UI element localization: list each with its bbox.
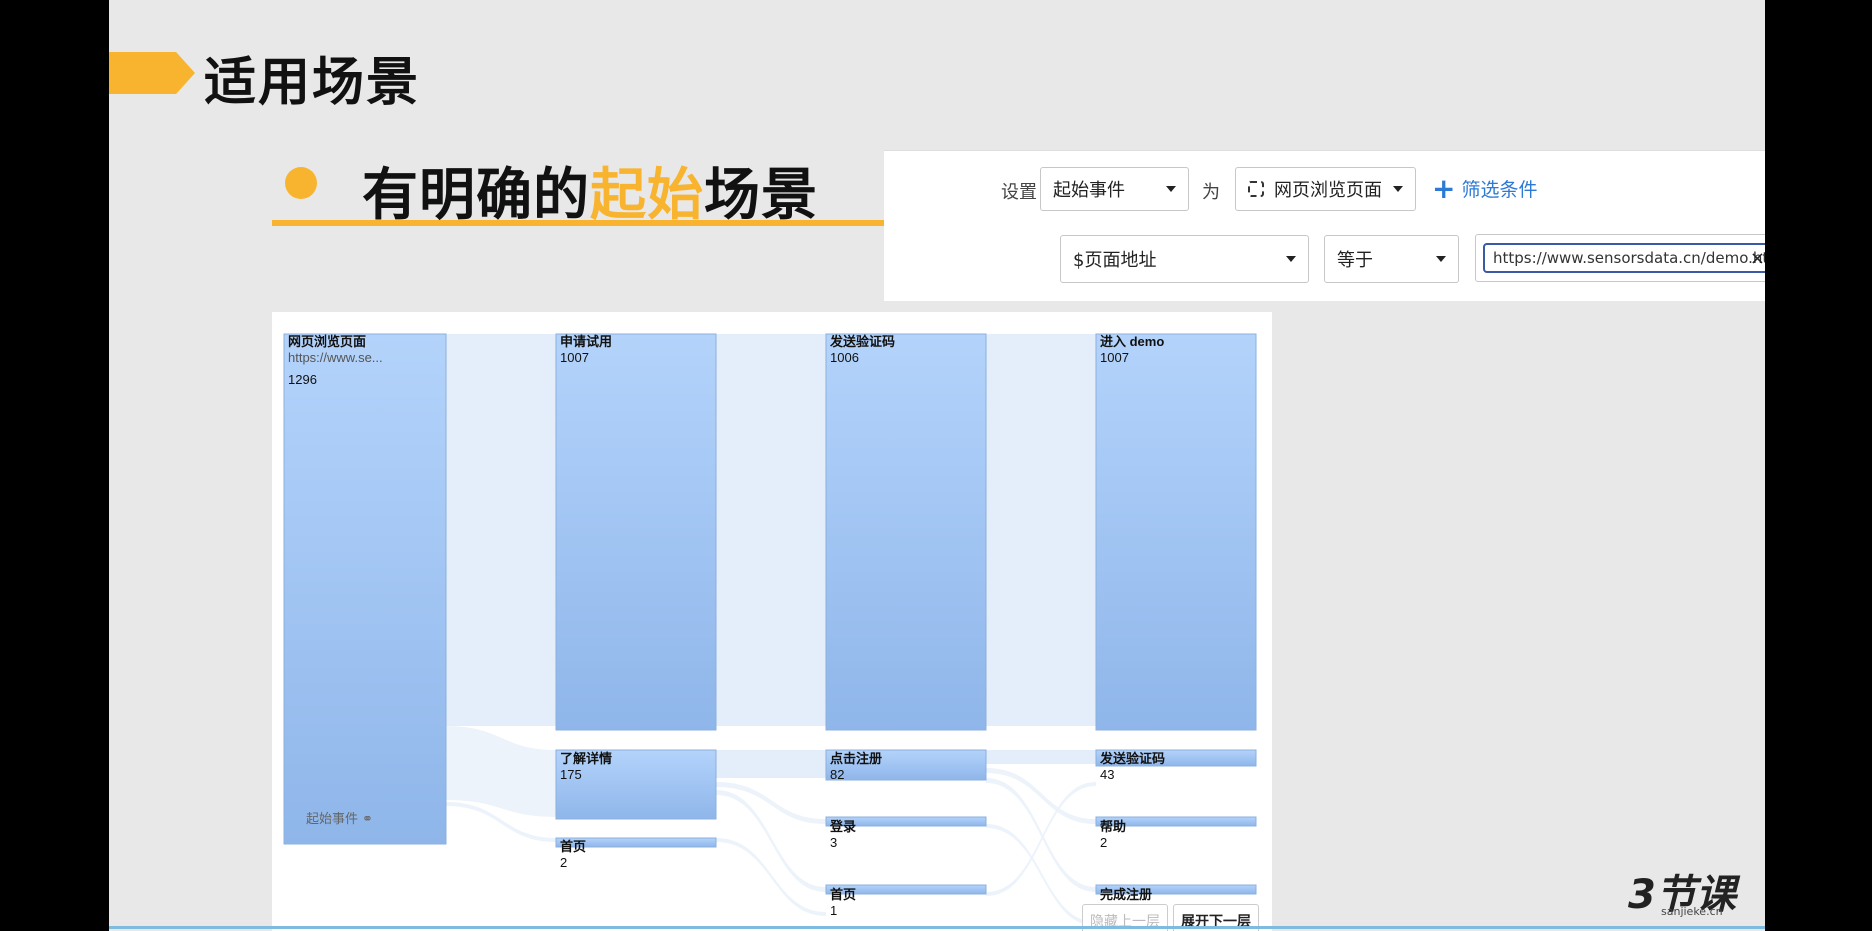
flow-node-label[interactable]: 首页 2 xyxy=(560,839,586,871)
add-filter-button[interactable]: + 筛选条件 xyxy=(1432,171,1538,205)
bullet-prefix: 有明确的 xyxy=(362,163,590,228)
plus-icon: + xyxy=(1432,171,1456,205)
slide-title: 适用场景 xyxy=(204,53,421,113)
flow-node-label[interactable]: 首页 1 xyxy=(830,887,856,919)
value-tag-text: https://www.sensorsdata.cn/demo.html xyxy=(1493,249,1765,267)
flow-link xyxy=(446,334,556,726)
link-icon: ⚭ xyxy=(362,812,374,827)
close-icon[interactable]: × xyxy=(1750,248,1765,269)
add-filter-label: 筛选条件 xyxy=(1461,179,1538,201)
flow-link xyxy=(986,750,1096,764)
flow-node-label[interactable]: 申请试用 1007 xyxy=(560,334,612,366)
flow-link xyxy=(716,750,826,778)
property-select[interactable]: $页面地址 xyxy=(1060,235,1309,283)
chevron-down-icon xyxy=(1286,256,1296,262)
flow-node-label[interactable]: 网页浏览页面 https://www.se... 1296 xyxy=(288,334,383,388)
event-name-select[interactable]: 网页浏览页面 xyxy=(1235,167,1416,211)
value-input[interactable]: https://www.sensorsdata.cn/demo.html × xyxy=(1475,234,1765,282)
flow-node-label[interactable]: 登录 3 xyxy=(830,819,856,851)
chevron-down-icon xyxy=(1436,256,1446,262)
bullet-dot xyxy=(285,167,317,199)
flow-node-label[interactable]: 发送验证码 1006 xyxy=(830,334,895,366)
start-event-label: 起始事件 ⚭ xyxy=(306,812,374,827)
chevron-down-icon xyxy=(1166,186,1176,192)
user-path-chart: 网页浏览页面 https://www.se... 1296 申请试用 1007 … xyxy=(272,312,1272,931)
operator-value: 等于 xyxy=(1337,250,1373,271)
flow-node-label[interactable]: 帮助 2 xyxy=(1100,819,1126,851)
flow-node-bar xyxy=(825,333,987,731)
event-name-value: 网页浏览页面 xyxy=(1274,180,1382,201)
title-accent-bar xyxy=(109,52,195,94)
progress-line xyxy=(109,926,1765,929)
set-label: 设置 xyxy=(1001,182,1037,203)
flow-link xyxy=(986,768,1096,824)
event-type-select[interactable]: 起始事件 xyxy=(1040,167,1189,211)
flow-link xyxy=(716,838,826,916)
flow-node-label[interactable]: 完成注册 xyxy=(1100,887,1152,903)
bullet-underline xyxy=(272,220,902,226)
flow-node-label[interactable]: 发送验证码 43 xyxy=(1100,751,1165,783)
bullet-suffix: 场景 xyxy=(704,163,818,228)
bullet-text: 有明确的起始场景 xyxy=(362,150,818,231)
flow-node-label[interactable]: 进入 demo 1007 xyxy=(1100,334,1164,366)
flow-link xyxy=(986,334,1096,726)
flow-node-label[interactable]: 点击注册 82 xyxy=(830,751,882,783)
property-value: $页面地址 xyxy=(1073,250,1157,271)
operator-select[interactable]: 等于 xyxy=(1324,235,1459,283)
filter-panel: 设置 起始事件 为 网页浏览页面 + 筛选条件 $页面地址 等于 https:/… xyxy=(884,150,1765,301)
event-type-value: 起始事件 xyxy=(1053,180,1125,201)
flow-link xyxy=(716,782,826,824)
flow-node-label[interactable]: 了解详情 175 xyxy=(560,751,612,783)
brand-domain: sanjieke.cn xyxy=(1661,905,1723,918)
page-view-icon xyxy=(1248,181,1264,197)
value-tag: https://www.sensorsdata.cn/demo.html × xyxy=(1483,243,1765,273)
flow-node-bar xyxy=(283,333,447,845)
chevron-down-icon xyxy=(1393,186,1403,192)
as-label: 为 xyxy=(1202,182,1220,203)
slide: 适用场景 有明确的起始场景 设置 起始事件 为 网页浏览页面 + 筛选条件 $页… xyxy=(109,0,1765,931)
flow-link xyxy=(716,334,826,726)
flow-node-bar xyxy=(555,333,717,731)
flow-node-bar xyxy=(1095,333,1257,731)
bullet-highlight: 起始 xyxy=(590,163,704,228)
flow-link xyxy=(986,782,1096,896)
